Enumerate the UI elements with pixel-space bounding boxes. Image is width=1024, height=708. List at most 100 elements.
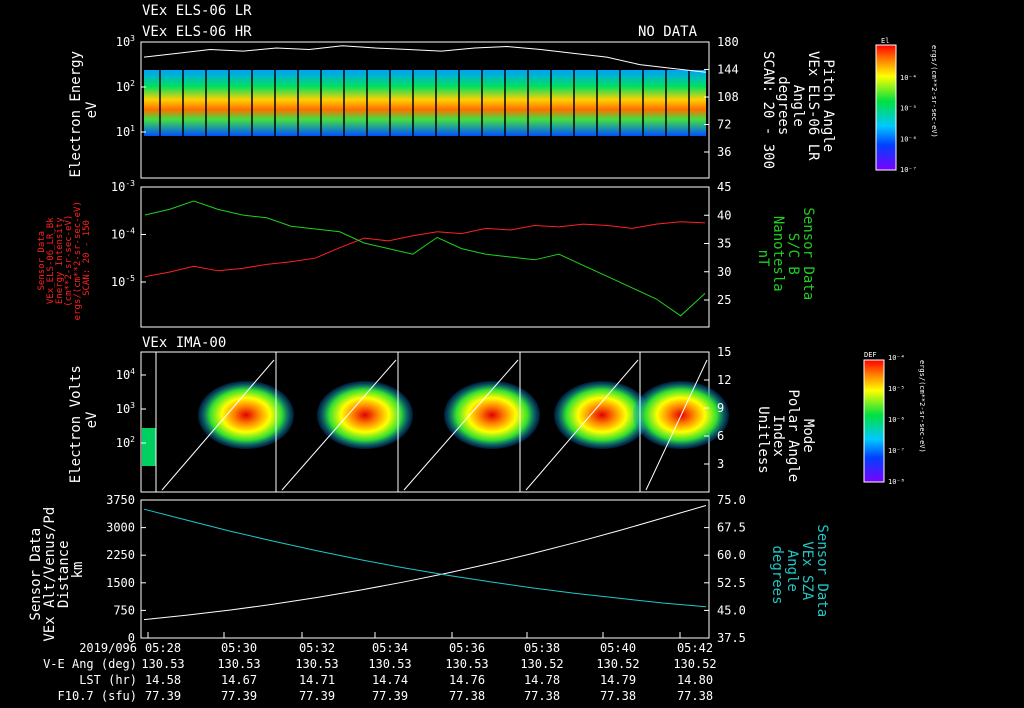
figure: VEx ELS-06 LR VEx ELS-06 HR NO DATA 1031… [28, 3, 938, 703]
panel2: 10-3 10-4 10-5 45 40 35 30 25 Sensor Data VEx_… [37, 179, 816, 328]
footer-value: 05:36 [449, 641, 485, 655]
tick-label: 9 [717, 401, 724, 415]
panel2-frame [140, 186, 710, 328]
footer-value: 05:42 [677, 641, 713, 655]
footer-value: 130.53 [368, 657, 411, 671]
footer-value: 77.38 [677, 689, 713, 703]
panel4: 37503000225015007500 75.067.560.052.545.… [28, 493, 830, 645]
footer-value: 77.38 [600, 689, 636, 703]
footer-value: 130.53 [217, 657, 260, 671]
footer-value: 77.38 [449, 689, 485, 703]
ion-blob [444, 381, 540, 449]
tick-label: 15 [717, 345, 731, 359]
ion-blob [317, 381, 413, 449]
tick-label: 3 [717, 457, 724, 471]
panel4-sza-line [143, 508, 707, 608]
footer-value: 14.76 [449, 673, 485, 687]
footer-value: 05:34 [372, 641, 408, 655]
footer-row-label: V-E Ang (deg) [43, 657, 137, 671]
tick-label: 144 [717, 63, 739, 77]
panel2-ylabel-left: Sensor Data VEx_ELS-06_LR_Bk Energy Inte… [37, 196, 92, 321]
footer-value: 77.39 [299, 689, 335, 703]
panel4-x-ticks [147, 632, 681, 638]
footer-value: 14.80 [677, 673, 713, 687]
footer-value: 14.78 [524, 673, 560, 687]
tick-label: 3000 [106, 521, 135, 535]
tick-label: 6 [717, 429, 724, 443]
panel4-ylabel-right: Sensor Data VEx SZA Angle degrees [769, 524, 830, 625]
panel3: VEx IMA-00 104 103 102 15 12 9 6 3 Electron Vo… [68, 335, 926, 493]
footer-value: 77.38 [524, 689, 560, 703]
footer-value: 130.52 [596, 657, 639, 671]
footer-value: 14.79 [600, 673, 636, 687]
tick-label: 180 [717, 35, 739, 49]
panel1-pitch-angle-trace [143, 45, 707, 73]
panel4-frame [140, 499, 710, 639]
footer-value: 05:28 [145, 641, 181, 655]
panel4-altitude-line [143, 505, 707, 621]
colorbar-tick: 10⁻⁵ [888, 385, 905, 393]
panel4-ylabel-left: Sensor Data VEx Alt/Venus/Pd Distance km [28, 498, 86, 641]
tick-label: 67.5 [717, 521, 746, 535]
colorbar-tick: 10⁻⁷ [900, 166, 917, 174]
footer-table: 2019/096 05:28 05:30 05:32 05:34 05:36 05:38 05… [43, 641, 717, 703]
tick-label: 75.0 [717, 493, 746, 507]
colorbar-tick: 10⁻⁶ [888, 416, 905, 424]
header-line2: VEx ELS-06 HR [142, 24, 252, 40]
colorbar-tick: 10⁻⁷ [888, 447, 905, 455]
tick-label: 30 [717, 265, 731, 279]
panel3-colorbar-label: ergs/(cm**2-sr-sec-eV) [918, 360, 926, 453]
footer-value: 77.39 [145, 689, 181, 703]
ion-blob [198, 381, 294, 449]
panel4-right-ticks: 75.0 67.5 60.0 52.5 45.0 37.5 [704, 493, 746, 645]
panel3-spectrogram [142, 381, 729, 466]
tick-label: 52.5 [717, 576, 746, 590]
footer-value: 14.58 [145, 673, 181, 687]
footer-value: 130.52 [520, 657, 563, 671]
header-line1: VEx ELS-06 LR [142, 3, 252, 19]
tick-label: 72 [717, 118, 731, 132]
tick-label: 45 [717, 180, 731, 194]
tick-label: 104 [116, 367, 135, 382]
panel3-colorbar-ticks: 10⁻⁴ 10⁻⁵ 10⁻⁶ 10⁻⁷ 10⁻⁸ [888, 354, 905, 486]
footer-value: 130.52 [673, 657, 716, 671]
footer-value: 77.39 [221, 689, 257, 703]
colorbar-tick: 10⁻⁴ [900, 74, 917, 82]
footer-value: 05:40 [600, 641, 636, 655]
panel1-colorbar [875, 44, 897, 171]
tick-label: 45.0 [717, 603, 746, 617]
tick-label: 3750 [106, 493, 135, 507]
ion-blob [142, 428, 156, 466]
tick-label: 103 [116, 401, 135, 416]
footer-value: 14.71 [299, 673, 335, 687]
panel3-ylabel-left: Electron Volts eV [68, 357, 100, 483]
panel1-colorbar-title: El [881, 37, 889, 45]
footer-value: 05:38 [524, 641, 560, 655]
panel3-title: VEx IMA-00 [142, 335, 226, 351]
colorbar-tick: 10⁻⁶ [900, 135, 917, 143]
panel3-colorbar-title: DEF [864, 351, 877, 359]
panel3-ylabel-right: Mode Polar Angle Index Unitless [755, 389, 816, 490]
tick-label: 750 [113, 603, 135, 617]
tick-label: 36 [717, 145, 731, 159]
tick-label: 37.5 [717, 631, 746, 645]
panel2-bfield-line [144, 200, 706, 317]
tick-label: 2250 [106, 548, 135, 562]
footer-value: 77.39 [372, 689, 408, 703]
tick-label: 101 [116, 124, 135, 139]
footer-value: 14.74 [372, 673, 408, 687]
footer-value: 14.67 [221, 673, 257, 687]
panel3-colorbar [863, 359, 885, 483]
colorbar-tick: 10⁻⁵ [900, 105, 917, 113]
footer-row-label: LST (hr) [79, 673, 137, 687]
panel1-ylabel-right: Pitch Angle VEx ELS-06 LR Angle degrees … [760, 51, 836, 169]
panel1-colorbar-label: ergs/(cm**2-sr-sec-eV) [930, 45, 938, 138]
tick-label: 103 [116, 34, 135, 49]
tick-label: 102 [116, 435, 135, 450]
panel2-right-ticks: 45 40 35 30 25 [704, 180, 731, 307]
tick-label: 10-3 [111, 179, 135, 194]
tick-label: 40 [717, 208, 731, 222]
footer-value: 130.53 [445, 657, 488, 671]
panel1-colorbar-ticks: 10⁻⁴ 10⁻⁵ 10⁻⁶ 10⁻⁷ [900, 74, 917, 174]
colorbar-tick: 10⁻⁸ [888, 478, 905, 486]
